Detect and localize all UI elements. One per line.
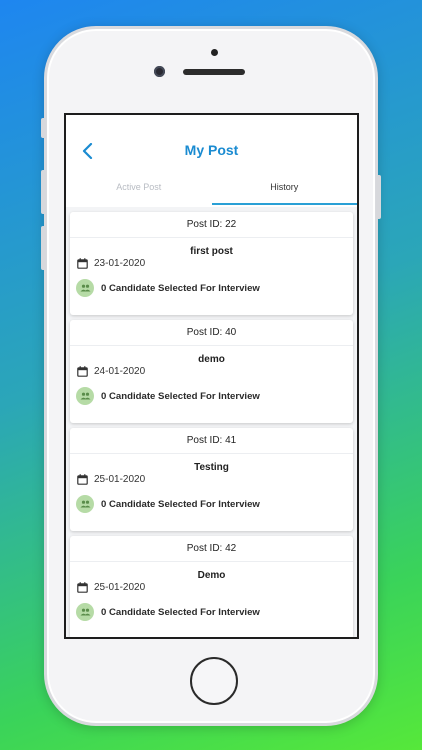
post-title: Demo (197, 570, 226, 581)
post-date-row: 25-01-2020 (77, 474, 145, 485)
post-card[interactable]: Post ID: 41 Testing 25-01-2020 0 Candida… (70, 428, 353, 531)
app-screen: My Post Active Post History Post ID: 22 … (64, 113, 359, 639)
tab-bar: Active Post History (66, 177, 357, 205)
calendar-icon (77, 258, 88, 269)
post-list: Post ID: 22 first post 23-01-2020 0 Cand… (66, 207, 357, 637)
post-id: Post ID: 42 (70, 536, 353, 562)
page-title: My Post (184, 142, 239, 158)
post-title: first post (190, 246, 233, 257)
candidate-count: 0 Candidate Selected For Interview (101, 498, 260, 510)
group-icon (76, 279, 94, 297)
post-date-row: 24-01-2020 (77, 366, 145, 377)
post-date: 24-01-2020 (94, 366, 146, 377)
calendar-icon (77, 582, 88, 593)
power-button (376, 175, 381, 219)
post-id: Post ID: 41 (70, 428, 353, 454)
tab-active-post[interactable]: Active Post (66, 177, 212, 205)
volume-down-button (41, 226, 46, 270)
post-date: 25-01-2020 (94, 582, 146, 593)
front-sensor (211, 49, 218, 56)
home-button[interactable] (190, 657, 238, 705)
candidate-row: 0 Candidate Selected For Interview (76, 603, 260, 621)
silent-switch (41, 118, 46, 138)
candidate-count: 0 Candidate Selected For Interview (101, 282, 260, 294)
candidate-count: 0 Candidate Selected For Interview (101, 390, 260, 402)
calendar-icon (77, 474, 88, 485)
front-camera (154, 66, 165, 77)
post-date: 23-01-2020 (94, 258, 146, 269)
post-id: Post ID: 22 (70, 212, 353, 238)
post-date: 25-01-2020 (94, 474, 146, 485)
post-date-row: 25-01-2020 (77, 582, 145, 593)
candidate-count: 0 Candidate Selected For Interview (101, 606, 260, 618)
candidate-row: 0 Candidate Selected For Interview (76, 495, 260, 513)
app-bar: My Post (66, 115, 357, 185)
post-date-row: 23-01-2020 (77, 258, 145, 269)
post-id: Post ID: 40 (70, 320, 353, 346)
post-card[interactable]: Post ID: 22 first post 23-01-2020 0 Cand… (70, 212, 353, 315)
group-icon (76, 495, 94, 513)
volume-up-button (41, 170, 46, 214)
post-title: demo (198, 354, 225, 365)
earpiece-speaker (183, 69, 245, 75)
post-card[interactable]: Post ID: 40 demo 24-01-2020 0 Candidate … (70, 320, 353, 423)
calendar-icon (77, 366, 88, 377)
post-title: Testing (194, 462, 229, 473)
tab-history[interactable]: History (211, 177, 357, 205)
group-icon (76, 603, 94, 621)
group-icon (76, 387, 94, 405)
post-card[interactable]: Post ID: 42 Demo 25-01-2020 0 Candidate … (70, 536, 353, 637)
candidate-row: 0 Candidate Selected For Interview (76, 279, 260, 297)
candidate-row: 0 Candidate Selected For Interview (76, 387, 260, 405)
